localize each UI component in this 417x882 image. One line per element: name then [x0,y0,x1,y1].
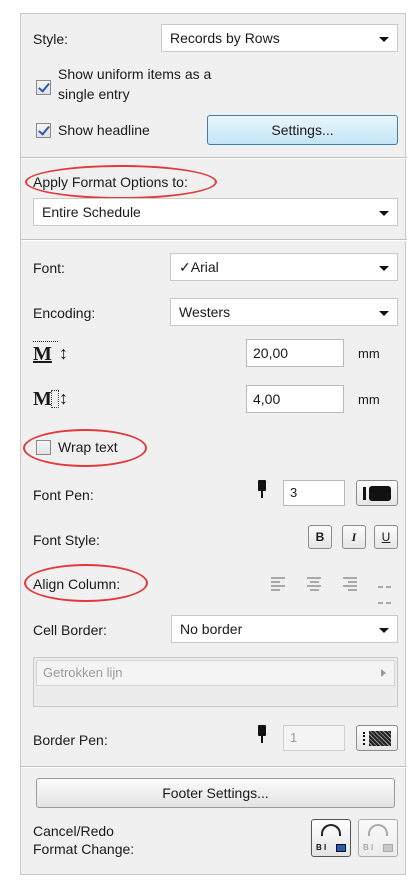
style-label: Style: [33,31,69,47]
border-pen-label: Border Pen: [33,732,108,748]
cancel-redo-label-line1: Cancel/Redo [33,823,114,839]
cancel-redo-label-line2: Format Change: [33,841,135,857]
underline-button[interactable]: U [374,525,398,549]
align-right-icon[interactable] [343,577,357,591]
cell-border-dropdown-value: No border [180,621,243,637]
encoding-label: Encoding: [33,305,96,321]
chevron-right-icon [381,669,386,677]
line-spacing-icon-letter: M [33,388,52,410]
cell-border-dropdown[interactable]: No border [171,615,398,643]
line-type-box: Getrokken lijn [33,657,398,707]
font-style-label: Font Style: [33,532,100,548]
font-dropdown-value: ✓Arial [179,259,219,275]
text-size-icon-letter: M [33,343,52,365]
line-type-dropdown[interactable]: Getrokken lijn [36,660,395,686]
font-pen-field[interactable]: 3 [283,480,345,506]
undo-format-button[interactable]: B I [311,819,351,857]
chevron-down-icon [379,37,389,42]
uniform-items-label-line2: single entry [58,86,130,102]
chevron-down-icon [379,311,389,316]
format-options-panel: Style: Records by Rows Show uniform item… [20,13,407,875]
font-dropdown[interactable]: ✓Arial [170,253,398,281]
chevron-down-icon [379,266,389,271]
border-pen-value: 1 [290,730,298,745]
italic-button[interactable]: I [342,525,366,549]
border-pen-field[interactable]: 1 [283,725,345,751]
border-pen-swatch-button[interactable] [356,725,398,751]
align-left-icon[interactable] [271,577,285,591]
pen-icon [257,725,267,745]
line-type-value: Getrokken lijn [43,665,123,680]
settings-button[interactable]: Settings... [207,115,398,145]
highlight-ring-apply-format [25,165,217,199]
redo-icon [368,824,388,836]
uniform-items-label: Show uniform items as a single entry [58,64,211,104]
chevron-down-icon [379,628,389,633]
line-spacing-unit: mm [358,392,380,407]
uniform-items-checkbox[interactable] [36,80,51,95]
style-dropdown[interactable]: Records by Rows [161,24,398,52]
line-spacing-icon: M ↕ [33,388,68,410]
text-size-icon: M ↕ [33,341,68,365]
redo-format-button[interactable]: B I [358,819,398,857]
highlight-ring-wrap-text [23,429,147,467]
font-pen-value: 3 [290,485,298,500]
undo-icon [321,824,341,836]
show-headline-label: Show headline [58,122,150,138]
chevron-down-icon [379,211,389,216]
show-headline-checkbox[interactable] [36,123,51,138]
style-dropdown-value: Records by Rows [170,30,280,46]
divider-highlight [21,767,407,768]
font-pen-swatch-button[interactable] [356,480,398,506]
text-height-unit: mm [358,346,380,361]
line-spacing-field[interactable]: 4,00 [246,385,344,413]
font-pen-label: Font Pen: [33,487,94,503]
encoding-dropdown[interactable]: Westers [170,298,398,326]
text-height-field[interactable]: 20,00 [246,339,344,367]
highlight-ring-align-column [24,564,148,602]
encoding-dropdown-value: Westers [179,304,231,320]
cancel-redo-label: Cancel/Redo Format Change: [33,822,134,858]
bold-button[interactable]: B [308,525,332,549]
apply-format-dropdown[interactable]: Entire Schedule [33,198,398,226]
cell-border-label: Cell Border: [33,622,107,638]
divider-highlight [21,240,407,241]
align-center-icon[interactable] [307,577,321,591]
text-height-value: 20,00 [253,345,289,361]
line-spacing-value: 4,00 [253,391,281,407]
font-label: Font: [33,260,65,276]
uniform-items-label-line1: Show uniform items as a [58,66,212,82]
align-decimal-icon[interactable] [378,577,392,604]
footer-settings-button[interactable]: Footer Settings... [36,778,395,808]
pen-icon [257,480,267,500]
divider-highlight [21,158,407,159]
apply-format-dropdown-value: Entire Schedule [42,204,141,220]
